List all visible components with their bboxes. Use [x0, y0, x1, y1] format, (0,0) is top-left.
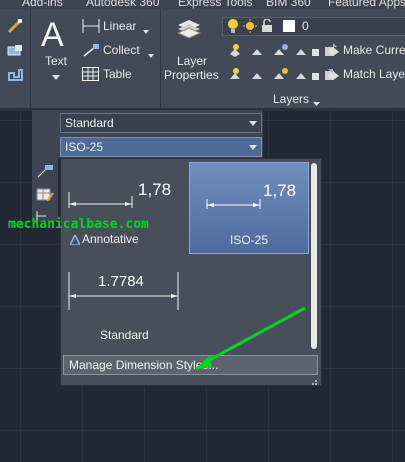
chevron-down-icon[interactable]: [143, 23, 149, 34]
unlock-icon[interactable]: [260, 18, 274, 33]
table-label[interactable]: Table: [103, 67, 132, 81]
resize-grip-icon[interactable]: [308, 376, 318, 385]
measure-icon[interactable]: [6, 66, 24, 84]
tab-express-tools[interactable]: Express Tools: [178, 0, 252, 9]
layers-panel-title[interactable]: Layers: [273, 92, 309, 106]
panel-separator: [30, 9, 31, 109]
green-pointer-arrow: [194, 306, 306, 370]
multileader-collect-icon[interactable]: [82, 43, 100, 57]
linear-label[interactable]: Linear: [103, 19, 136, 33]
chevron-down-icon[interactable]: [249, 145, 257, 150]
tab-add-ins[interactable]: Add-ins: [22, 0, 63, 9]
linear-dimension-icon[interactable]: [82, 19, 100, 33]
layer-properties-label-line1[interactable]: Layer: [177, 54, 207, 68]
chevron-down-icon[interactable]: [313, 96, 320, 106]
table-icon[interactable]: [82, 67, 99, 81]
tab-autodesk-360[interactable]: Autodesk 360: [86, 0, 159, 9]
standard-dim-value: 1.7784: [98, 273, 144, 290]
eraser-icon[interactable]: [6, 42, 24, 60]
gallery-tile-standard[interactable]: 1.7784 Standard: [64, 258, 184, 350]
panel-separator: [160, 9, 161, 109]
dimension-style-value: ISO-25: [65, 140, 104, 154]
layer-properties-icon[interactable]: [176, 17, 202, 41]
gallery-scroll-thumb[interactable]: [311, 163, 317, 349]
chevron-down-icon[interactable]: [52, 70, 60, 80]
tab-bim-360[interactable]: BIM 360: [266, 0, 311, 9]
annotative-dim-value: 1,78: [138, 180, 172, 199]
iso-25-label: ISO-25: [230, 233, 269, 247]
layer-color-swatch[interactable]: [282, 19, 296, 33]
layer-properties-label-line2[interactable]: Properties: [164, 68, 219, 82]
table-style-icon[interactable]: [36, 187, 54, 203]
chevron-down-icon[interactable]: [148, 47, 154, 58]
text-button-label[interactable]: Text: [45, 54, 67, 68]
dimension-style-combo[interactable]: ISO-25: [60, 137, 262, 157]
sun-icon[interactable]: [243, 19, 257, 33]
paint-brush-icon[interactable]: [6, 17, 24, 35]
make-current-icon[interactable]: [326, 43, 340, 57]
multileader-style-icon[interactable]: [36, 163, 54, 179]
match-layer-icon[interactable]: [326, 67, 340, 81]
make-current-label[interactable]: Make Curre: [343, 43, 405, 57]
dimension-line-graphic: [68, 192, 133, 208]
text-style-value: Standard: [65, 116, 114, 130]
standard-label: Standard: [100, 328, 149, 342]
annotative-icon: [68, 233, 82, 246]
dimension-line-graphic: [206, 199, 261, 209]
match-layer-label[interactable]: Match Laye: [343, 67, 405, 81]
gallery-tile-annotative[interactable]: 1,78 Annotative: [64, 162, 184, 254]
ribbon-tab-bar: Add-ins Autodesk 360 Express Tools BIM 3…: [0, 0, 405, 9]
text-a-icon[interactable]: A: [41, 16, 64, 55]
collect-label[interactable]: Collect: [103, 43, 140, 57]
gallery-tile-iso-25[interactable]: 1,78 ISO-25: [189, 162, 309, 254]
lightbulb-icon[interactable]: [227, 18, 239, 34]
text-style-combo[interactable]: Standard: [60, 113, 262, 133]
watermark-text: mechanicalbase.com: [8, 217, 149, 232]
layer-tools-row-2: [227, 67, 337, 83]
tab-featured-apps[interactable]: Featured Apps: [328, 0, 405, 9]
chevron-down-icon[interactable]: [249, 121, 257, 126]
current-layer-value: 0: [302, 19, 309, 33]
layer-tools-row-1: [227, 43, 337, 59]
annotative-label: Annotative: [82, 232, 139, 246]
iso-25-dim-value: 1,78: [263, 181, 297, 200]
